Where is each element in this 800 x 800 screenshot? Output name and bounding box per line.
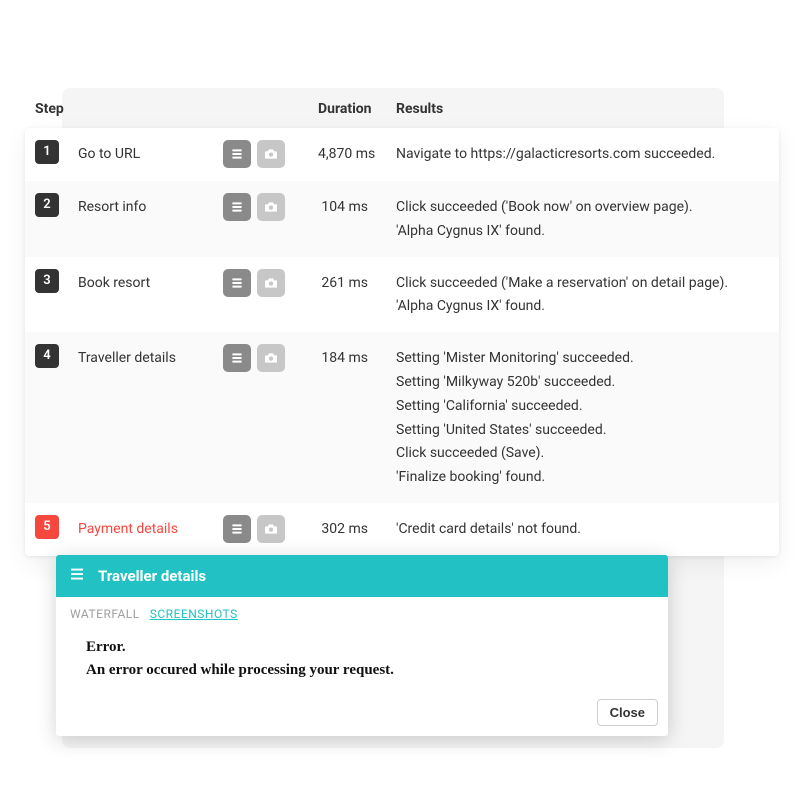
tab-screenshots[interactable]: SCREENSHOTS: [150, 607, 238, 621]
step-duration: 302 ms: [318, 515, 378, 543]
camera-icon[interactable]: [257, 344, 285, 372]
step-badge: 5: [35, 515, 59, 539]
camera-icon[interactable]: [257, 140, 285, 168]
result-line: 'Credit card details' not found.: [396, 518, 769, 542]
result-line: 'Finalize booking' found.: [396, 466, 769, 490]
error-message: An error occured while processing your r…: [86, 662, 638, 679]
menu-icon: [68, 565, 86, 587]
table-row: 5 Payment details 302 ms 'Credit card detai…: [25, 503, 779, 556]
table-row: 4Traveller details184 msSetting 'Mister …: [25, 332, 779, 503]
table-row: 1 Go to URL 4,870 ms Navigate to https://ga…: [25, 128, 779, 181]
step-duration: 261 ms: [318, 269, 378, 320]
popup-tabs: WATERFALL SCREENSHOTS: [56, 597, 668, 629]
step-name: Payment details: [78, 515, 223, 543]
step-duration: 104 ms: [318, 193, 378, 244]
camera-icon[interactable]: [257, 193, 285, 221]
result-line: Click succeeded (Save).: [396, 442, 769, 466]
table-headers: Step Duration Results: [25, 101, 779, 117]
popup-header: Traveller details: [56, 555, 668, 597]
header-step: Step: [35, 101, 78, 117]
tab-waterfall[interactable]: WATERFALL: [70, 607, 140, 621]
result-line: Setting 'Milkyway 520b' succeeded.: [396, 371, 769, 395]
popup-footer: Close: [56, 691, 668, 736]
step-badge: 1: [35, 140, 59, 164]
log-icon[interactable]: [223, 140, 251, 168]
result-line: 'Alpha Cygnus IX' found.: [396, 220, 769, 244]
step-results: 'Credit card details' not found.: [378, 515, 769, 543]
error-title: Error.: [86, 639, 638, 656]
step-results: Setting 'Mister Monitoring' succeeded.Se…: [378, 344, 769, 490]
result-line: Setting 'California' succeeded.: [396, 395, 769, 419]
result-line: Setting 'Mister Monitoring' succeeded.: [396, 347, 769, 371]
popup-title: Traveller details: [98, 567, 206, 585]
camera-icon[interactable]: [257, 515, 285, 543]
step-badge: 3: [35, 269, 59, 293]
result-line: Setting 'United States' succeeded.: [396, 419, 769, 443]
step-name: Traveller details: [78, 344, 223, 490]
step-results: Navigate to https://galacticresorts.com …: [378, 140, 769, 168]
log-icon[interactable]: [223, 515, 251, 543]
step-duration: 4,870 ms: [318, 140, 378, 168]
step-duration: 184 ms: [318, 344, 378, 490]
header-results: Results: [378, 101, 769, 117]
result-line: Click succeeded ('Make a reservation' on…: [396, 272, 769, 296]
step-detail-popup: Traveller details WATERFALL SCREENSHOTS …: [56, 555, 668, 736]
log-icon[interactable]: [223, 269, 251, 297]
table-row: 2 Resort info 104 ms Click succeeded ('Book…: [25, 181, 779, 257]
step-badge: 2: [35, 193, 59, 217]
result-line: 'Alpha Cygnus IX' found.: [396, 295, 769, 319]
step-results: Click succeeded ('Book now' on overview …: [378, 193, 769, 244]
table-row: 3 Book resort 261 ms Click succeeded ('Make…: [25, 257, 779, 333]
step-results: Click succeeded ('Make a reservation' on…: [378, 269, 769, 320]
step-badge: 4: [35, 344, 59, 368]
step-name: Go to URL: [78, 140, 223, 168]
camera-icon[interactable]: [257, 269, 285, 297]
step-name: Resort info: [78, 193, 223, 244]
header-duration: Duration: [318, 101, 378, 117]
log-icon[interactable]: [223, 193, 251, 221]
result-line: Click succeeded ('Book now' on overview …: [396, 196, 769, 220]
step-name: Book resort: [78, 269, 223, 320]
result-line: Navigate to https://galacticresorts.com …: [396, 143, 769, 167]
log-icon[interactable]: [223, 344, 251, 372]
steps-table: 1 Go to URL 4,870 ms Navigate to https://ga…: [25, 128, 779, 556]
close-button[interactable]: Close: [597, 699, 658, 726]
popup-body: Error. An error occured while processing…: [56, 629, 668, 691]
